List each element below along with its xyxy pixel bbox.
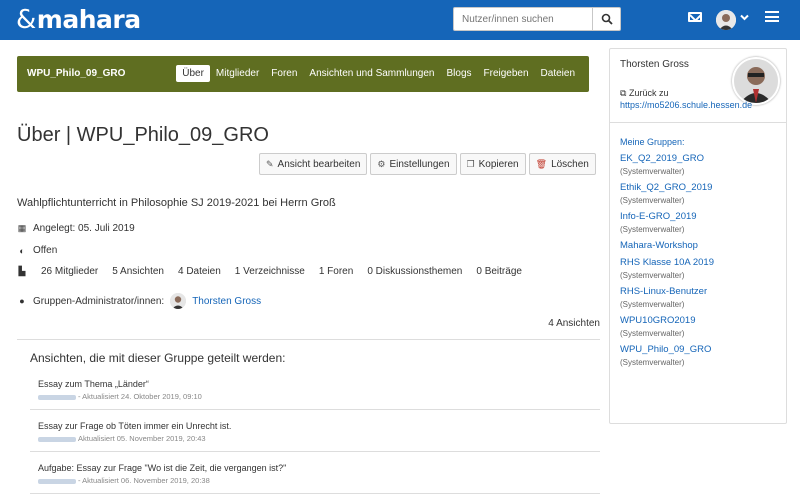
stat-folders: 1 Verzeichnisse [234, 266, 305, 277]
group-link[interactable]: Ethik_Q2_GRO_2019 [620, 182, 780, 193]
stat-files: 4 Dateien [177, 266, 221, 277]
shared-views-heading: Ansichten, die mit dieser Gruppe geteilt… [30, 351, 286, 365]
back-url-link[interactable]: https://mo5206.schule.hessen.de [620, 100, 752, 110]
calendar-icon: ▦ [17, 223, 27, 233]
stat-posts: 0 Beiträge [476, 266, 522, 277]
group-link[interactable]: RHS-Linux-Benutzer [620, 286, 780, 297]
view-title-link[interactable]: Essay zur Frage ob Töten immer ein Unrec… [38, 421, 600, 431]
search-input[interactable] [454, 8, 594, 30]
sidebar-user-name[interactable]: Thorsten Gross [620, 59, 689, 70]
action-buttons: ✎ Ansicht bearbeiten ⚙ Einstellungen ❐ Kopi… [259, 153, 599, 175]
stat-views: 5 Ansichten [112, 266, 164, 277]
mahara-logo[interactable]: &mahara [16, 5, 141, 35]
group-tabs: Über Mitglieder Foren Ansichten und Samm… [176, 65, 581, 82]
view-meta: - Aktualisiert 24. Oktober 2019, 09:10 [38, 392, 600, 401]
group-description: Wahlpflichtunterricht in Philosophie SJ … [17, 197, 336, 209]
group-link[interactable]: WPU10GRO2019 [620, 315, 780, 326]
shield-icon: ◐ [19, 245, 25, 256]
group-item: Info-E-GRO_2019 (Systemverwalter) [620, 211, 780, 234]
stat-topics: 0 Diskussionsthemen [367, 266, 463, 277]
group-role: (Systemverwalter) [620, 196, 685, 205]
author-name[interactable] [38, 394, 76, 400]
avatar[interactable] [716, 10, 736, 30]
external-link-icon: ⧉ [620, 88, 627, 98]
search-icon [601, 13, 613, 25]
admin-link[interactable]: Thorsten Gross [192, 296, 261, 307]
group-item: WPU_Philo_09_GRO (Systemverwalter) [620, 344, 780, 367]
group-role: (Systemverwalter) [620, 358, 685, 367]
list-item: Essay zum Thema „Länder“ - Aktualisiert … [30, 379, 600, 401]
view-meta: Aktualisiert 05. November 2019, 20:43 [38, 434, 600, 443]
group-name[interactable]: WPU_Philo_09_GRO [27, 68, 125, 79]
group-role: (Systemverwalter) [620, 329, 685, 338]
group-stats: ▙ 26 Mitglieder 5 Ansichten 4 Dateien 1 … [17, 266, 530, 277]
mail-icon[interactable] [688, 12, 702, 22]
group-item: WPU10GRO2019 (Systemverwalter) [620, 315, 780, 338]
visibility-info: ◐ Offen [17, 245, 57, 256]
group-admins: ● Gruppen-Administrator/innen: Thorsten … [17, 293, 261, 309]
settings-button[interactable]: ⚙ Einstellungen [370, 153, 457, 175]
tab-share[interactable]: Freigeben [478, 65, 535, 82]
divider [30, 451, 600, 452]
group-item: RHS Klasse 10A 2019 (Systemverwalter) [620, 257, 780, 280]
view-meta: - Aktualisiert 06. November 2019, 20:38 [38, 476, 600, 485]
my-groups-label: Meine Gruppen: [620, 137, 685, 147]
back-link: ⧉ Zurück zu https://mo5206.schule.hessen… [620, 88, 753, 110]
group-role: (Systemverwalter) [620, 271, 685, 280]
group-item: RHS-Linux-Benutzer (Systemverwalter) [620, 286, 780, 309]
group-role: (Systemverwalter) [620, 225, 685, 234]
chevron-down-icon[interactable] [740, 13, 749, 25]
author-name[interactable] [38, 478, 76, 484]
gear-icon: ⚙ [377, 158, 386, 169]
page-title: Über | WPU_Philo_09_GRO [17, 124, 269, 146]
divider [30, 493, 600, 494]
user-search [453, 7, 621, 31]
group-link[interactable]: Mahara-Workshop [620, 240, 780, 251]
group-link[interactable]: Info-E-GRO_2019 [620, 211, 780, 222]
divider [30, 409, 600, 410]
my-groups-list: EK_Q2_2019_GRO (Systemverwalter) Ethik_Q2… [620, 153, 780, 373]
copy-icon: ❐ [466, 158, 475, 169]
group-item: EK_Q2_2019_GRO (Systemverwalter) [620, 153, 780, 176]
top-navbar: &mahara [0, 0, 800, 40]
group-link[interactable]: WPU_Philo_09_GRO [620, 344, 780, 355]
trash-icon: 🗑 [535, 158, 548, 169]
group-navbar: WPU_Philo_09_GRO Über Mitglieder Foren A… [17, 56, 589, 92]
created-info: ▦ Angelegt: 05. Juli 2019 [17, 223, 135, 234]
copy-button[interactable]: ❐ Kopieren [459, 153, 526, 175]
group-item: Mahara-Workshop [620, 240, 780, 251]
sidebar: Thorsten Gross ⧉ Zurück zu https://mo520… [609, 48, 787, 424]
tab-blogs[interactable]: Blogs [440, 65, 477, 82]
divider [610, 122, 786, 123]
delete-button[interactable]: 🗑 Löschen [528, 153, 596, 175]
menu-icon[interactable] [765, 11, 779, 22]
tab-forums[interactable]: Foren [265, 65, 303, 82]
search-button[interactable] [592, 8, 620, 30]
author-name[interactable] [38, 436, 76, 442]
group-item: Ethik_Q2_GRO_2019 (Systemverwalter) [620, 182, 780, 205]
stat-forums: 1 Foren [318, 266, 354, 277]
stat-members: 26 Mitglieder [41, 266, 99, 277]
divider [17, 339, 600, 340]
view-title-link[interactable]: Essay zum Thema „Länder“ [38, 379, 600, 389]
view-title-link[interactable]: Aufgabe: Essay zur Frage "Wo ist die Zei… [38, 463, 600, 473]
user-icon: ● [19, 296, 25, 306]
views-count: 4 Ansichten [548, 318, 600, 329]
admin-avatar[interactable] [170, 293, 187, 309]
tab-views-collections[interactable]: Ansichten und Sammlungen [303, 65, 440, 82]
group-role: (Systemverwalter) [620, 300, 685, 309]
pencil-icon: ✎ [266, 158, 274, 169]
list-item: Aufgabe: Essay zur Frage "Wo ist die Zei… [30, 463, 600, 485]
list-item: Essay zur Frage ob Töten immer ein Unrec… [30, 421, 600, 443]
profile-avatar[interactable] [732, 57, 780, 105]
tab-about[interactable]: Über [176, 65, 210, 82]
chart-icon: ▙ [18, 266, 26, 276]
tab-files[interactable]: Dateien [535, 65, 581, 82]
group-role: (Systemverwalter) [620, 167, 685, 176]
group-link[interactable]: EK_Q2_2019_GRO [620, 153, 780, 164]
group-link[interactable]: RHS Klasse 10A 2019 [620, 257, 780, 268]
tab-members[interactable]: Mitglieder [210, 65, 265, 82]
edit-view-button[interactable]: ✎ Ansicht bearbeiten [259, 153, 368, 175]
